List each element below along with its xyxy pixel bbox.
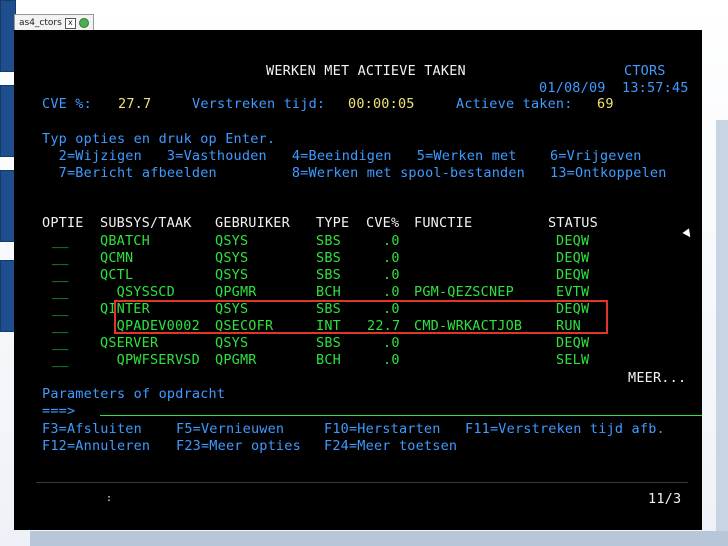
job-cpu: .0 bbox=[383, 250, 400, 266]
job-status: EVTW bbox=[556, 284, 590, 300]
mouse-pointer-icon bbox=[682, 228, 694, 240]
option-input[interactable]: __ bbox=[52, 284, 69, 301]
job-name: QCTL bbox=[100, 267, 134, 283]
status-left-mark: : bbox=[106, 493, 113, 504]
job-cpu: .0 bbox=[383, 284, 400, 300]
option-input[interactable]: __ bbox=[52, 250, 69, 267]
elapsed-label: Verstreken tijd: bbox=[192, 96, 326, 112]
job-type: SBS bbox=[316, 267, 341, 283]
job-user: QSYS bbox=[215, 335, 249, 351]
option-input[interactable]: __ bbox=[52, 301, 69, 318]
job-cpu: .0 bbox=[383, 352, 400, 368]
bottom-band bbox=[30, 531, 728, 546]
option-input[interactable]: __ bbox=[52, 233, 69, 250]
job-status: SELW bbox=[556, 352, 590, 368]
job-user: QSYS bbox=[215, 267, 249, 283]
f5-refresh-key[interactable]: F5=Vernieuwen bbox=[176, 421, 284, 438]
job-name: QCMN bbox=[100, 250, 134, 266]
command-input-underline bbox=[100, 415, 702, 416]
status-separator bbox=[36, 482, 688, 483]
col-header-function: FUNCTIE bbox=[414, 215, 473, 231]
job-status: DEQW bbox=[556, 250, 590, 266]
more-indicator: MEER... bbox=[628, 370, 687, 386]
time: 13:57:45 bbox=[622, 80, 689, 96]
cursor-position: 11/3 bbox=[648, 491, 682, 507]
options-line-2: 7=Bericht afbeelden 8=Werken met spool-b… bbox=[42, 165, 667, 181]
elapsed-value: 00:00:05 bbox=[348, 96, 415, 112]
status-icon bbox=[78, 18, 89, 28]
f11-elapsed-key[interactable]: F11=Verstreken tijd afb. bbox=[465, 421, 665, 438]
command-prompt: ===> bbox=[42, 403, 76, 419]
active-jobs-label: Actieve taken: bbox=[456, 96, 573, 112]
col-header-optie: OPTIE bbox=[42, 215, 84, 231]
job-name: QSYSSCD bbox=[100, 284, 175, 300]
cpu-label: CVE %: bbox=[42, 96, 92, 112]
job-function: PGM-QEZSCNEP bbox=[414, 284, 514, 300]
job-user: QPGMR bbox=[215, 352, 257, 368]
active-jobs-value: 69 bbox=[597, 96, 614, 112]
f12-cancel-key[interactable]: F12=Annuleren bbox=[42, 438, 150, 455]
job-status: DEQW bbox=[556, 233, 590, 249]
col-header-cpu: CVE% bbox=[366, 215, 400, 231]
emulator-session-tab[interactable]: as4_ctors x bbox=[14, 14, 94, 31]
job-type: BCH bbox=[316, 284, 341, 300]
session-tab-label: as4_ctors bbox=[19, 18, 62, 28]
options-line-1: 2=Wijzigen 3=Vasthouden 4=Beeindigen 5=W… bbox=[42, 148, 642, 164]
f10-restart-key[interactable]: F10=Herstarten bbox=[324, 421, 441, 438]
job-cpu: .0 bbox=[383, 335, 400, 351]
option-input[interactable]: __ bbox=[52, 318, 69, 335]
command-label: Parameters of opdracht bbox=[42, 386, 226, 402]
screen-title: WERKEN MET ACTIEVE TAKEN bbox=[266, 63, 466, 79]
job-type: SBS bbox=[316, 335, 341, 351]
job-user: QSYS bbox=[215, 250, 249, 266]
option-input[interactable]: __ bbox=[52, 352, 69, 369]
job-cpu: .0 bbox=[383, 233, 400, 249]
cpu-value: 27.7 bbox=[118, 96, 152, 112]
right-border bbox=[716, 120, 728, 540]
highlight-box bbox=[114, 300, 608, 334]
col-header-type: TYPE bbox=[316, 215, 350, 231]
system-name: CTORS bbox=[624, 63, 666, 79]
f23-more-options-key[interactable]: F23=Meer opties bbox=[176, 438, 301, 455]
job-name: QPWFSERVSD bbox=[100, 352, 200, 368]
f24-more-keys-key[interactable]: F24=Meer toetsen bbox=[324, 438, 457, 455]
option-input[interactable]: __ bbox=[52, 267, 69, 284]
col-header-user: GEBRUIKER bbox=[215, 215, 290, 231]
job-type: SBS bbox=[316, 250, 341, 266]
job-name: QSERVER bbox=[100, 335, 159, 351]
col-header-status: STATUS bbox=[548, 215, 598, 231]
close-icon[interactable]: x bbox=[64, 17, 76, 29]
job-user: QSYS bbox=[215, 233, 249, 249]
job-status: DEQW bbox=[556, 267, 590, 283]
f3-exit-key[interactable]: F3=Afsluiten bbox=[42, 421, 142, 438]
terminal-screen[interactable]: WERKEN MET ACTIEVE TAKEN CTORS 01/08/09 … bbox=[14, 30, 702, 530]
col-header-subsys: SUBSYS/TAAK bbox=[100, 215, 192, 231]
instruction-text: Typ opties en druk op Enter. bbox=[42, 131, 276, 147]
job-type: BCH bbox=[316, 352, 341, 368]
job-type: SBS bbox=[316, 233, 341, 249]
job-user: QPGMR bbox=[215, 284, 257, 300]
option-input[interactable]: __ bbox=[52, 335, 69, 352]
date: 01/08/09 bbox=[539, 80, 606, 96]
job-name: QBATCH bbox=[100, 233, 150, 249]
job-cpu: .0 bbox=[383, 267, 400, 283]
job-status: DEQW bbox=[556, 335, 590, 351]
